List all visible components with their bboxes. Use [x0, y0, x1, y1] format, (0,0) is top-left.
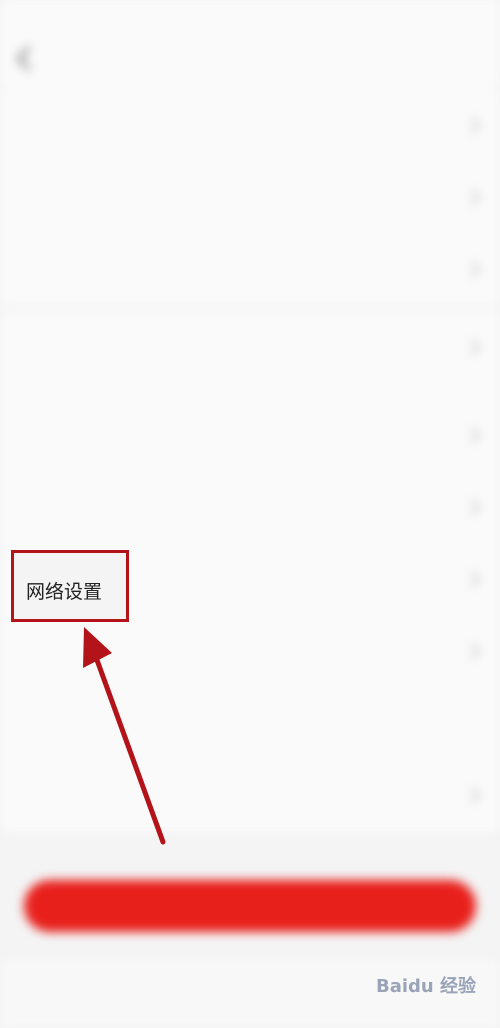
baidu-watermark: Baidu 经验 [375, 976, 476, 997]
annotation-arrow-icon [83, 627, 166, 845]
